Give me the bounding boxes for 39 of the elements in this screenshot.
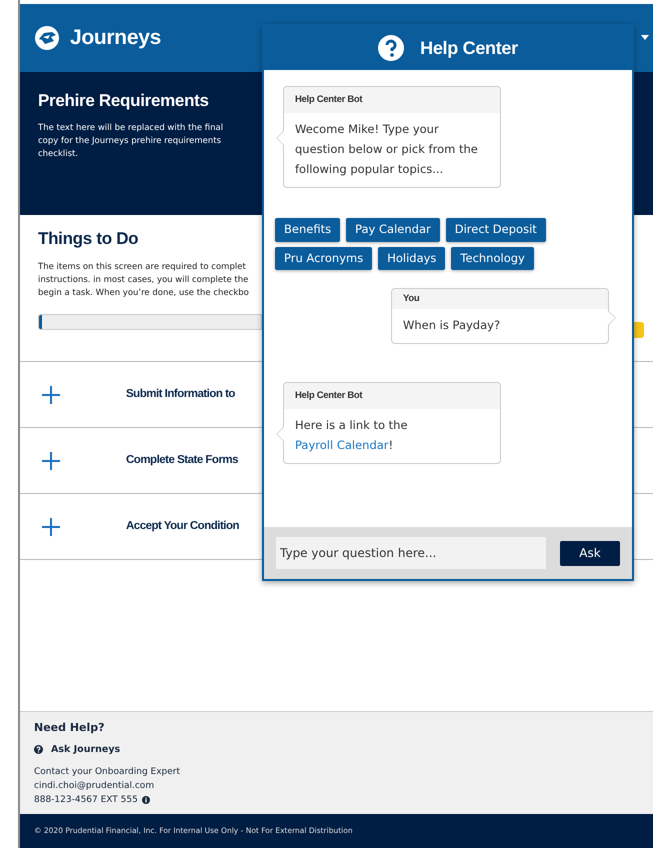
contact-text: Contact your Onboarding Expert (34, 766, 180, 779)
sender-name: Help Center Bot (284, 87, 500, 114)
topic-button[interactable]: Benefits (275, 218, 340, 242)
question-input[interactable]: Type your question here... (276, 537, 546, 569)
question-icon (34, 745, 43, 754)
ask-link[interactable]: Ask Journeys (51, 742, 120, 757)
message-text: Wecome Mike! Type your question below or pick from the following popular topics... (294, 121, 479, 178)
description-text: begin a task. When you’re done, use the checkbo (38, 287, 249, 300)
task-title: Accept Your Condition (126, 518, 240, 534)
help-title: Need Help? (34, 720, 106, 736)
topic-button[interactable]: Holidays (378, 246, 446, 270)
sender-name: You (392, 288, 608, 309)
plus-icon[interactable] (42, 386, 60, 404)
help-icon (378, 35, 404, 61)
section-title: Things to Do (38, 229, 138, 250)
contact-text: cindi.choi@prudential.com (34, 780, 154, 793)
description-text: The items on this screen are required to complet (38, 261, 246, 274)
description-text: instructions. in most cases, you will complete the (38, 274, 248, 288)
banner-title: Prehire Requirements (38, 90, 209, 112)
message-text: When is Payday? (402, 317, 502, 334)
task-title: Submit Information to (126, 386, 235, 402)
plus-icon[interactable] (42, 518, 60, 536)
task-title: Complete State Forms (126, 452, 238, 468)
banner-text: The text here will be replaced with the final copy for the Journeys prehire requirements checklist. (38, 122, 224, 160)
ask-button[interactable]: Ask (560, 540, 620, 566)
payroll-link[interactable]: Payroll Calendar (295, 438, 389, 452)
topic-button[interactable]: Pru Acronyms (275, 246, 372, 270)
message-text: Here is a link to the Payroll Calendar! (294, 417, 409, 454)
info-icon[interactable] (142, 796, 150, 804)
topic-button[interactable]: Technology (451, 246, 534, 270)
topic-button[interactable]: Direct Deposit (446, 218, 546, 242)
plus-icon[interactable] (42, 452, 60, 470)
sender-name: Help Center Bot (284, 383, 500, 410)
caret-icon[interactable] (641, 35, 649, 40)
topic-button[interactable]: Pay Calendar (346, 218, 440, 242)
brand-title: Journeys (70, 25, 161, 52)
contact-text: 888-123-4567 EXT 555 (34, 794, 138, 807)
logo-icon (34, 25, 60, 51)
chat-title: Help Center (420, 36, 518, 60)
